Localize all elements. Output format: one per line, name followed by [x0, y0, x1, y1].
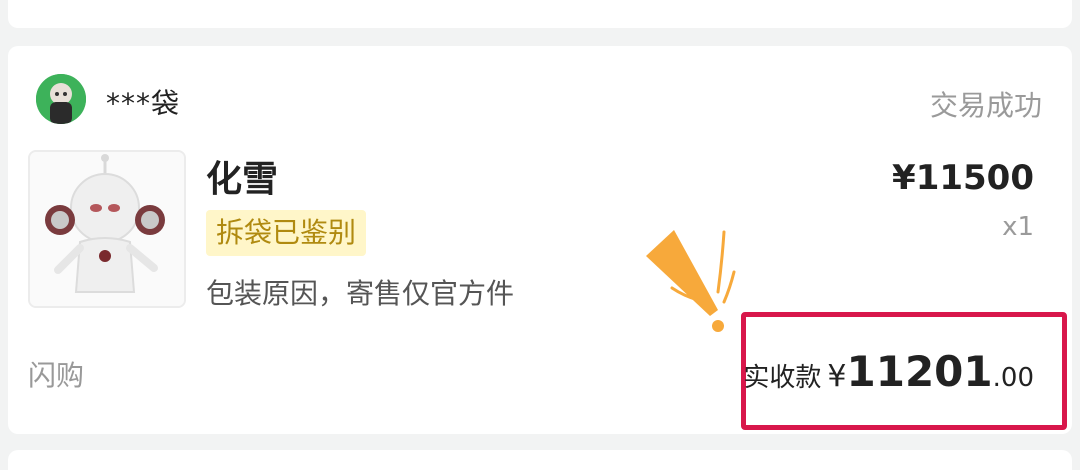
- seller-name[interactable]: ***袋: [106, 82, 180, 122]
- order-source: 闪购: [28, 359, 85, 392]
- product-price: ¥11500: [892, 158, 1034, 198]
- received-amount-integer: 11201: [846, 347, 993, 396]
- previous-order-card: [8, 0, 1072, 28]
- product-quantity: x1: [1002, 212, 1034, 242]
- order-status: 交易成功: [929, 89, 1042, 122]
- avatar-image: [36, 74, 86, 124]
- authenticated-tag: 拆袋已鉴别: [206, 210, 367, 256]
- received-amount: 实收款 ¥11201.00: [743, 347, 1034, 396]
- product-name[interactable]: 化雪: [206, 150, 278, 202]
- product-note: 包装原因，寄售仅官方件: [206, 277, 515, 310]
- product-figure-image: [30, 152, 184, 306]
- received-amount-label: 实收款: [743, 363, 822, 393]
- product-thumbnail[interactable]: [28, 150, 186, 308]
- seller-avatar[interactable]: [36, 74, 86, 124]
- received-amount-decimal: .00: [992, 363, 1034, 393]
- received-amount-highlight: 实收款 ¥11201.00: [741, 312, 1067, 430]
- currency-symbol: ¥: [827, 359, 847, 394]
- next-order-card: [8, 450, 1072, 470]
- exclamation-icon: [646, 230, 736, 332]
